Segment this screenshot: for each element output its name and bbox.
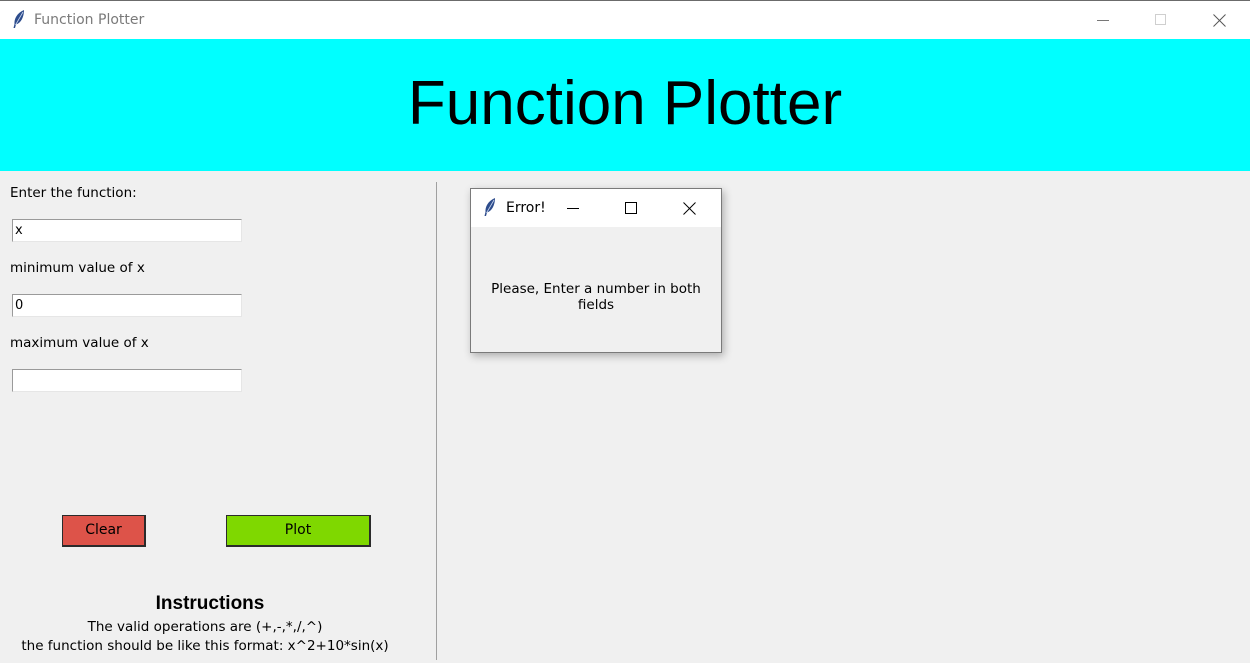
minimize-icon [567, 208, 579, 209]
maximize-icon [625, 202, 637, 214]
dialog-maximize-button[interactable] [609, 189, 655, 227]
function-label: Enter the function: [10, 185, 137, 201]
panel-separator [436, 182, 437, 660]
dialog-message: Please, Enter a number in both fields [491, 281, 701, 313]
dialog-titlebar: Error! [471, 189, 721, 227]
maximize-button[interactable] [1132, 1, 1190, 39]
instructions-line-format: the function should be like this format:… [21, 638, 389, 654]
feather-icon [12, 9, 26, 33]
max-x-input[interactable] [12, 369, 242, 392]
minimize-icon [1097, 20, 1109, 21]
minimize-button[interactable] [1074, 1, 1132, 39]
error-dialog: Error! Please, Enter a number in both fi… [470, 188, 722, 353]
window-title: Function Plotter [34, 12, 145, 28]
dialog-close-button[interactable] [667, 189, 713, 227]
dialog-title: Error! [506, 200, 546, 216]
min-x-label: minimum value of x [10, 260, 145, 276]
function-input[interactable] [12, 219, 242, 242]
maximize-icon [1155, 14, 1166, 25]
header-banner: Function Plotter [0, 39, 1250, 171]
window-titlebar: Function Plotter [0, 0, 1250, 39]
close-icon [1213, 14, 1226, 27]
dialog-minimize-button[interactable] [551, 189, 597, 227]
max-x-label: maximum value of x [10, 335, 149, 351]
plot-button[interactable]: Plot [226, 515, 371, 547]
instructions-line-operations: The valid operations are (+,-,*,/,^) [87, 619, 323, 635]
feather-icon [483, 197, 497, 221]
close-button[interactable] [1190, 1, 1248, 39]
clear-button[interactable]: Clear [62, 515, 146, 547]
min-x-input[interactable] [12, 294, 242, 317]
page-title: Function Plotter [407, 69, 843, 138]
close-icon [683, 202, 696, 215]
instructions-title: Instructions [155, 593, 265, 614]
